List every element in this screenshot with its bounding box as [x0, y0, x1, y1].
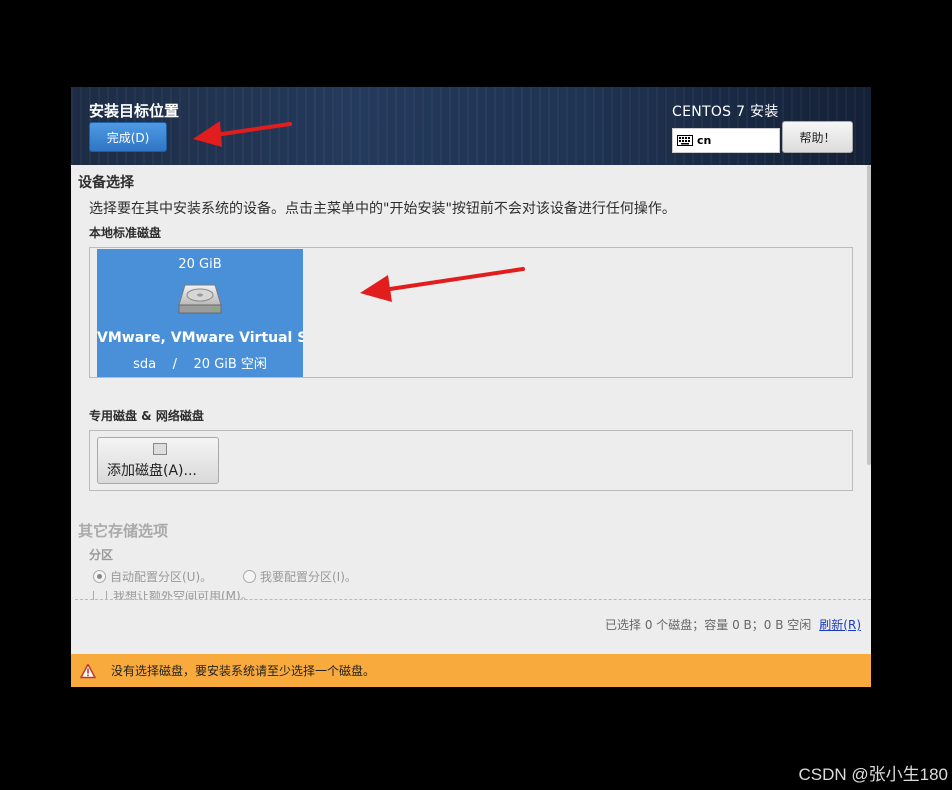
disk-card-sda[interactable]: 20 GiB VMware, VMware Virtual S sda / 20… [97, 249, 303, 377]
manual-partition-radio[interactable]: 我要配置分区(I)。 [243, 568, 357, 585]
disk-free: 20 GiB 空闲 [193, 357, 267, 372]
auto-partition-radio[interactable]: 自动配置分区(U)。 [93, 568, 212, 585]
disk-name: VMware, VMware Virtual S [97, 330, 303, 346]
add-disk-icon [153, 443, 167, 455]
disk-detail: sda / 20 GiB 空闲 [97, 353, 303, 372]
disk-size: 20 GiB [178, 257, 222, 272]
warning-text: 没有选择磁盘，要安装系统请至少选择一个磁盘。 [111, 664, 376, 678]
partition-label: 分区 [89, 548, 114, 562]
device-selection-description: 选择要在其中安装系统的设备。点击主菜单中的"开始安装"按钮前不会对该设备进行任何… [89, 201, 676, 217]
main-content: 设备选择 选择要在其中安装系统的设备。点击主菜单中的"开始安装"按钮前不会对该设… [71, 165, 871, 605]
add-disk-button[interactable]: 添加磁盘(A)... [97, 437, 219, 484]
refresh-link[interactable]: 刷新(R) [819, 618, 861, 632]
special-disks-panel: 添加磁盘(A)... [89, 430, 853, 491]
local-disks-title: 本地标准磁盘 [89, 226, 162, 240]
annotation-arrow-done [193, 121, 292, 147]
summary-text: 已选择 0 个磁盘；容量 0 B；0 B 空闲 [605, 618, 812, 632]
warning-icon [80, 663, 96, 678]
content-scrollbar[interactable] [867, 165, 871, 465]
other-storage-title: 其它存储选项 [78, 522, 169, 540]
keyboard-icon [677, 135, 693, 146]
keyboard-layout-label: cn [697, 134, 712, 147]
add-disk-label: 添加磁盘(A)... [107, 463, 197, 479]
spoke-title: 安装目标位置 [89, 102, 180, 120]
hard-disk-icon [178, 284, 222, 314]
radio-selected-icon [93, 570, 106, 583]
watermark: CSDN @张小生180 [798, 765, 948, 784]
keyboard-layout-indicator[interactable]: cn [672, 128, 780, 153]
auto-partition-label: 自动配置分区(U)。 [110, 570, 213, 584]
special-disks-title: 专用磁盘 & 网络磁盘 [89, 409, 204, 423]
radio-unselected-icon [243, 570, 256, 583]
annotation-arrow-disk [360, 267, 525, 302]
product-title: CENTOS 7 安装 [672, 104, 779, 120]
disk-separator: / [172, 357, 177, 372]
warning-bar[interactable]: 没有选择磁盘，要安装系统请至少选择一个磁盘。 [71, 654, 871, 687]
device-selection-title: 设备选择 [78, 175, 134, 191]
disk-device: sda [133, 357, 157, 372]
manual-partition-label: 我要配置分区(I)。 [260, 570, 357, 584]
selection-summary: 已选择 0 个磁盘；容量 0 B；0 B 空闲 刷新(R) [605, 616, 861, 633]
help-button[interactable]: 帮助！ [782, 121, 853, 153]
scroll-divider [75, 599, 871, 600]
done-button[interactable]: 完成(D) [89, 122, 167, 152]
installer-window: 安装目标位置 完成(D) CENTOS 7 安装 cn 帮助！ 设备选择 选择要… [71, 87, 871, 687]
